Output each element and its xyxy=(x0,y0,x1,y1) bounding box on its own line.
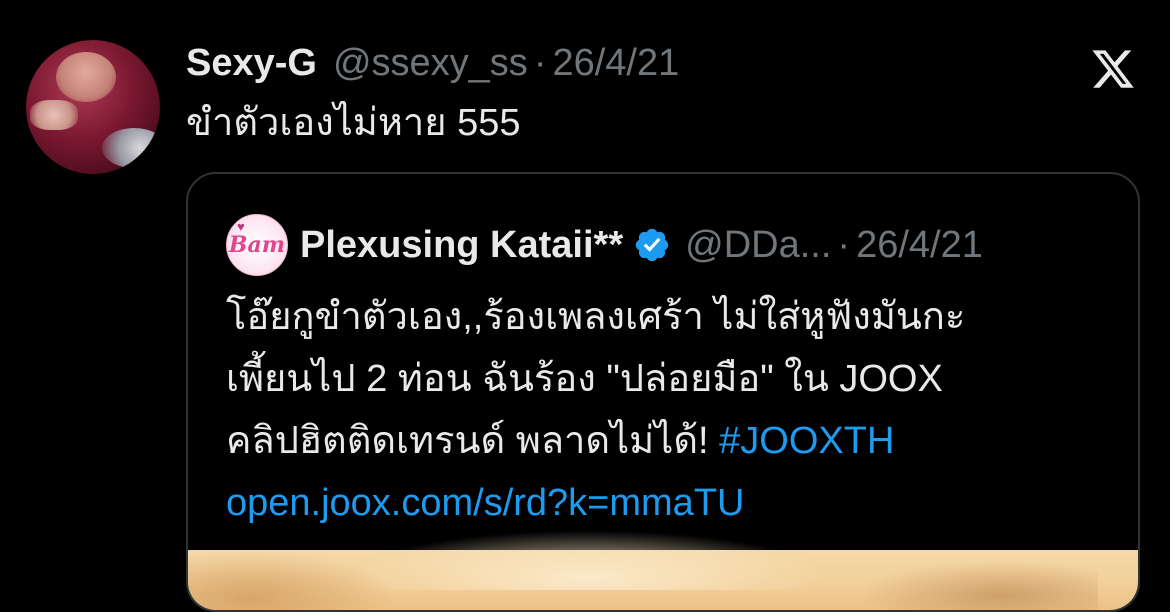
media-detail xyxy=(188,550,398,610)
quote-text-line: คลิปฮิตติดเทรนด์ พลาดไม่ได้! #JOOXTH xyxy=(226,410,1126,472)
separator-dot: · xyxy=(533,42,547,84)
quote-date[interactable]: 26/4/21 xyxy=(856,224,983,267)
heart-icon: ♥ xyxy=(237,219,245,234)
quote-avatar[interactable]: ♥ Bam xyxy=(226,214,288,276)
quote-author-name[interactable]: Plexusing Kataii** xyxy=(300,224,623,267)
avatar-photo-detail xyxy=(56,52,116,102)
quote-text: โอ๊ยกูขำตัวเอง,,ร้องเพลงเศร้า ไม่ใส่หูฟั… xyxy=(226,286,1126,534)
x-logo-icon[interactable] xyxy=(1088,46,1138,92)
avatar-photo-detail xyxy=(30,100,78,130)
quote-text-line: โอ๊ยกูขำตัวเอง,,ร้องเพลงเศร้า ไม่ใส่หูฟั… xyxy=(226,296,966,338)
tweet-header: Sexy-G @ssexy_ss · 26/4/21 xyxy=(186,38,679,88)
separator-dot: · xyxy=(837,223,851,266)
author-name[interactable]: Sexy-G xyxy=(186,38,317,88)
tweet-date[interactable]: 26/4/21 xyxy=(552,38,679,88)
quote-author-handle[interactable]: @DDa... xyxy=(685,224,831,267)
quote-header: ♥ Bam Plexusing Kataii** @DDa... · 26/4/… xyxy=(226,214,983,276)
avatar[interactable] xyxy=(26,40,160,174)
url-link[interactable]: open.joox.com/s/rd?k=mmaTU xyxy=(226,472,1126,534)
avatar-photo-detail xyxy=(102,128,160,168)
quote-text-segment: คลิปฮิตติดเทรนด์ พลาดไม่ได้! xyxy=(226,420,720,462)
quote-text-line: เพี้ยนไป 2 ท่อน ฉันร้อง "ปล่อยมือ" ใน JO… xyxy=(226,358,943,400)
media-detail xyxy=(348,530,828,590)
quote-avatar-text: Bam xyxy=(228,232,286,258)
media-thumbnail[interactable] xyxy=(188,530,1138,610)
hashtag-link[interactable]: #JOOXTH xyxy=(719,420,894,462)
tweet-text: ขำตัวเองไม่หาย 555 xyxy=(186,102,521,144)
quote-tweet-card[interactable]: ♥ Bam Plexusing Kataii** @DDa... · 26/4/… xyxy=(186,172,1140,612)
media-detail xyxy=(858,560,1098,610)
verified-badge-icon xyxy=(635,228,669,262)
author-handle[interactable]: @ssexy_ss xyxy=(333,38,528,88)
